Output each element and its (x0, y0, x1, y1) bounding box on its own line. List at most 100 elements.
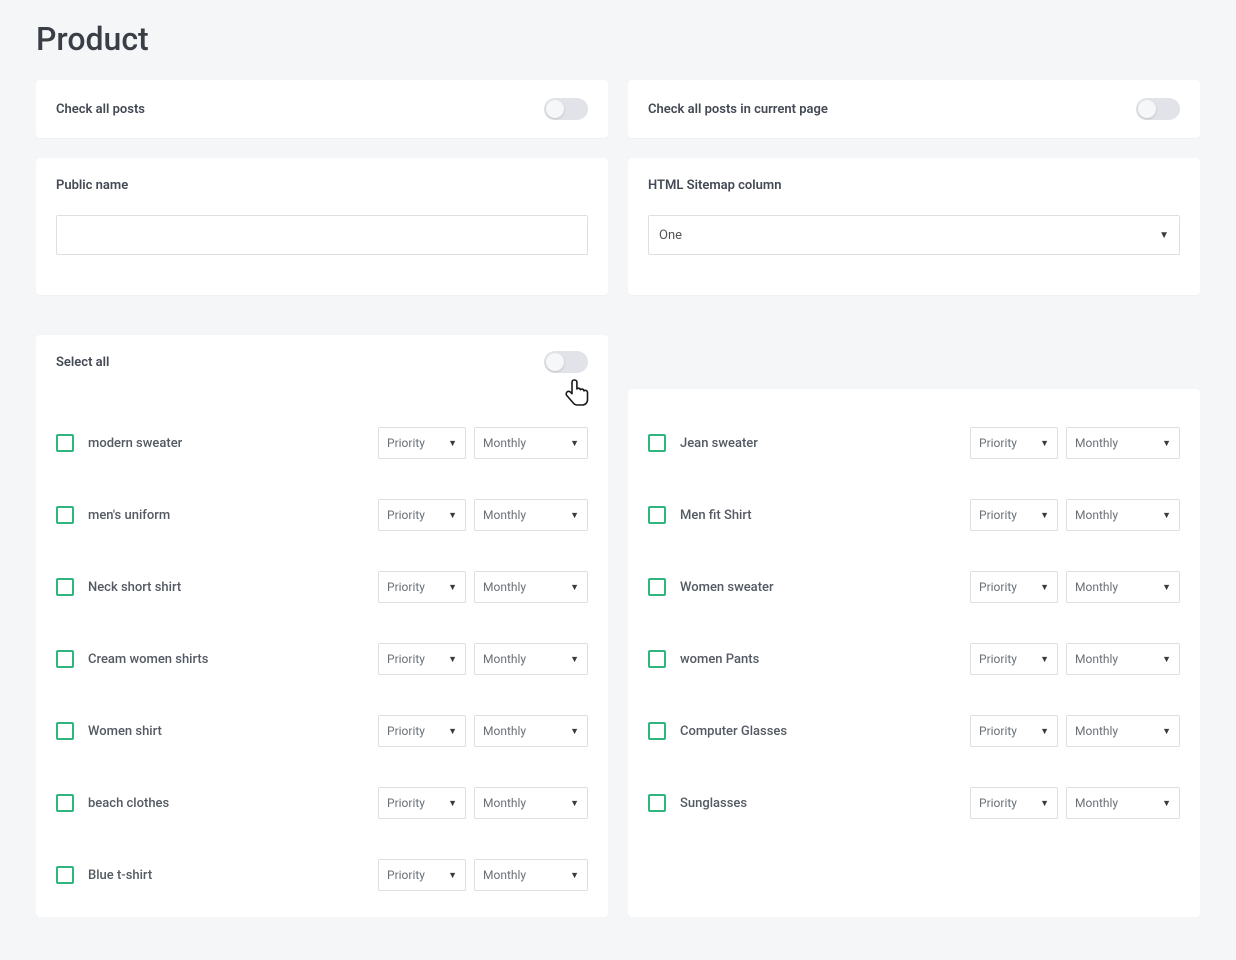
product-row: beach clothes Priority▼Monthly▼ (56, 767, 588, 839)
chevron-down-icon: ▼ (448, 870, 457, 881)
frequency-select-label: Monthly (1075, 724, 1118, 738)
product-checkbox[interactable] (56, 578, 74, 596)
product-label: Women sweater (680, 580, 774, 595)
product-row: Jean sweater Priority▼ Monthly ▼ (648, 407, 1180, 479)
priority-select-label: Priority (387, 868, 425, 882)
priority-select[interactable]: Priority ▼ (378, 427, 466, 459)
check-all-posts-card: Check all posts (36, 80, 608, 138)
priority-select[interactable]: Priority▼ (970, 427, 1058, 459)
product-checkbox[interactable] (648, 434, 666, 452)
frequency-select[interactable]: Monthly▼ (474, 427, 588, 459)
frequency-select[interactable]: Monthly ▼ (1066, 715, 1180, 747)
frequency-select-label: Monthly (1075, 436, 1118, 450)
product-row: Cream women shirts Priority▼Monthly▼ (56, 623, 588, 695)
priority-select-label: Priority (387, 436, 425, 450)
priority-select-label: Priority (387, 508, 425, 522)
frequency-select[interactable]: Monthly ▼ (1066, 427, 1180, 459)
product-row: Men fit ShirtPriority▼Monthly▼ (648, 479, 1180, 551)
chevron-down-icon: ▼ (448, 510, 457, 521)
public-name-label: Public name (56, 178, 588, 193)
chevron-down-icon: ▼ (448, 654, 457, 665)
frequency-select[interactable]: Monthly ▼ (1066, 499, 1180, 531)
frequency-select-label: Monthly (1075, 508, 1118, 522)
priority-select[interactable]: Priority▼ (970, 715, 1058, 747)
check-all-posts-current-toggle[interactable] (1136, 98, 1180, 120)
check-all-posts-label: Check all posts (56, 102, 145, 117)
product-label: Jean sweater (680, 436, 758, 451)
product-checkbox[interactable] (648, 722, 666, 740)
frequency-select[interactable]: Monthly▼ (1066, 787, 1180, 819)
product-row: Computer GlassesPriority▼Monthly▼ (648, 695, 1180, 767)
product-checkbox[interactable] (648, 650, 666, 668)
product-label: Sunglasses (680, 796, 747, 811)
frequency-select-label: Monthly (483, 724, 526, 738)
sitemap-column-select[interactable]: One ▼ (648, 215, 1180, 255)
priority-select[interactable]: Priority▼ (970, 787, 1058, 819)
chevron-down-icon: ▼ (1040, 654, 1049, 665)
sitemap-column-value: One (659, 228, 682, 243)
select-all-toggle[interactable] (544, 351, 588, 373)
product-row: Women sweater Priority▼Monthly▼ (648, 551, 1180, 623)
public-name-input[interactable] (56, 215, 588, 255)
frequency-select[interactable]: Monthly▼ (474, 715, 588, 747)
priority-select[interactable]: Priority▼ (378, 643, 466, 675)
product-row: Women shirt Priority ▼ Monthly▼ (56, 695, 588, 767)
priority-select-label: Priority (387, 796, 425, 810)
priority-select-label: Priority (979, 436, 1017, 450)
chevron-down-icon: ▼ (1040, 510, 1049, 521)
product-checkbox[interactable] (56, 866, 74, 884)
chevron-down-icon: ▼ (1162, 726, 1171, 737)
product-checkbox[interactable] (56, 722, 74, 740)
product-checkbox[interactable] (56, 506, 74, 524)
priority-select-label: Priority (387, 580, 425, 594)
frequency-select-label: Monthly (483, 508, 526, 522)
product-checkbox[interactable] (56, 434, 74, 452)
frequency-select[interactable]: Monthly ▼ (474, 859, 588, 891)
check-all-posts-toggle[interactable] (544, 98, 588, 120)
priority-select[interactable]: Priority ▼ (378, 859, 466, 891)
product-label: men's uniform (88, 508, 170, 523)
product-row: Blue t-shirtPriority▼Monthly▼ (56, 839, 588, 911)
frequency-select[interactable]: Monthly▼ (474, 499, 588, 531)
items-right-column: Jean sweaterPriority▼Monthly▼Men fit Shi… (628, 389, 1200, 917)
priority-select[interactable]: Priority ▼ (378, 499, 466, 531)
frequency-select[interactable]: Monthly▼ (474, 787, 588, 819)
frequency-select[interactable]: Monthly▼ (474, 571, 588, 603)
sitemap-column-label: HTML Sitemap column (648, 178, 1180, 193)
priority-select[interactable]: Priority▼ (970, 643, 1058, 675)
priority-select-label: Priority (979, 580, 1017, 594)
page-title: Product (0, 0, 1236, 80)
priority-select-label: Priority (979, 724, 1017, 738)
priority-select-label: Priority (387, 724, 425, 738)
product-label: Women shirt (88, 724, 162, 739)
chevron-down-icon: ▼ (1162, 438, 1171, 449)
priority-select[interactable]: Priority▼ (378, 787, 466, 819)
priority-select[interactable]: Priority▼ (970, 499, 1058, 531)
chevron-down-icon: ▼ (448, 438, 457, 449)
priority-select[interactable]: Priority▼ (970, 571, 1058, 603)
product-checkbox[interactable] (648, 794, 666, 812)
product-label: Neck short shirt (88, 580, 181, 595)
priority-select[interactable]: Priority ▼ (378, 715, 466, 747)
frequency-select[interactable]: Monthly▼ (1066, 571, 1180, 603)
check-all-posts-current-card: Check all posts in current page (628, 80, 1200, 138)
chevron-down-icon: ▼ (570, 870, 579, 881)
chevron-down-icon: ▼ (570, 654, 579, 665)
product-row: Neck short shirt Priority▼Monthly▼ (56, 551, 588, 623)
sitemap-column-card: HTML Sitemap column One ▼ (628, 158, 1200, 295)
product-checkbox[interactable] (648, 506, 666, 524)
product-checkbox[interactable] (56, 794, 74, 812)
priority-select[interactable]: Priority▼ (378, 571, 466, 603)
chevron-down-icon: ▼ (570, 438, 579, 449)
product-label: women Pants (680, 652, 759, 667)
chevron-down-icon: ▼ (1162, 510, 1171, 521)
frequency-select[interactable]: Monthly▼ (474, 643, 588, 675)
product-label: Cream women shirts (88, 652, 208, 667)
product-label: beach clothes (88, 796, 169, 811)
frequency-select-label: Monthly (483, 868, 526, 882)
product-checkbox[interactable] (56, 650, 74, 668)
frequency-select[interactable]: Monthly▼ (1066, 643, 1180, 675)
product-checkbox[interactable] (648, 578, 666, 596)
chevron-down-icon: ▼ (448, 726, 457, 737)
check-all-posts-current-label: Check all posts in current page (648, 102, 828, 117)
